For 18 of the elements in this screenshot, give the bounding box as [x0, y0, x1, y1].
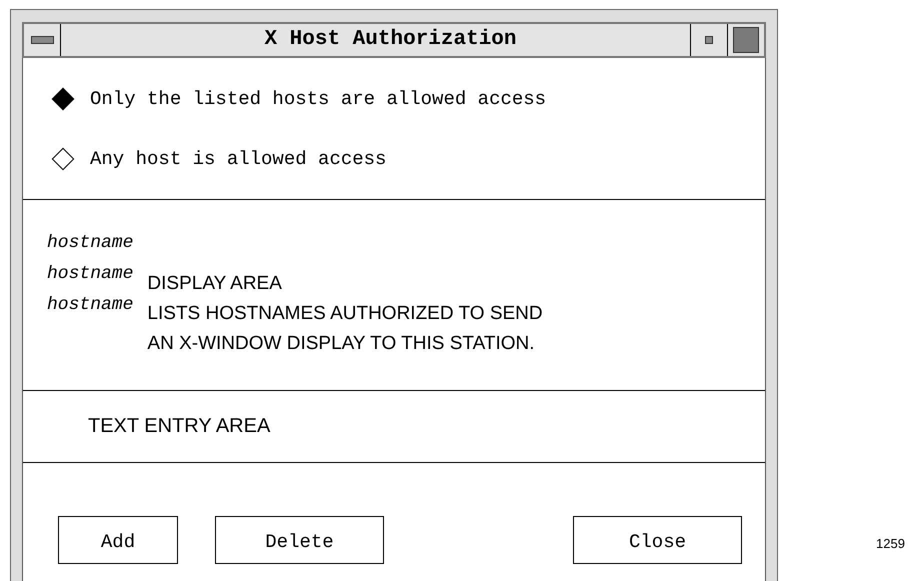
menu-icon: [30, 36, 54, 44]
option-label: Any host is allowed access: [90, 148, 386, 170]
host-list-item[interactable]: hostname: [47, 228, 134, 259]
host-list-item[interactable]: hostname: [47, 259, 134, 290]
option-label: Only the listed hosts are allowed access: [90, 88, 546, 110]
dialog-button[interactable]: Close: [573, 516, 742, 564]
display-area-label: AN X-WINDOW DISPLAY TO THIS STATION.: [147, 332, 536, 356]
window-title: X Host Authorization: [263, 27, 518, 53]
dialog-button[interactable]: Add: [58, 516, 178, 564]
display-area-label: DISPLAY AREA: [147, 272, 283, 296]
maximize-icon: [733, 27, 759, 53]
host-list-item[interactable]: hostname: [47, 290, 134, 321]
dialog-button[interactable]: Delete: [215, 516, 384, 564]
minimize-icon: [705, 36, 713, 44]
figure-number: 1259: [876, 536, 905, 551]
radio-button[interactable]: [52, 147, 74, 170]
display-area-label: LISTS HOSTNAMES AUTHORIZED TO SEND: [147, 302, 543, 326]
text-entry-field[interactable]: TEXT ENTRY AREA: [23, 415, 765, 438]
